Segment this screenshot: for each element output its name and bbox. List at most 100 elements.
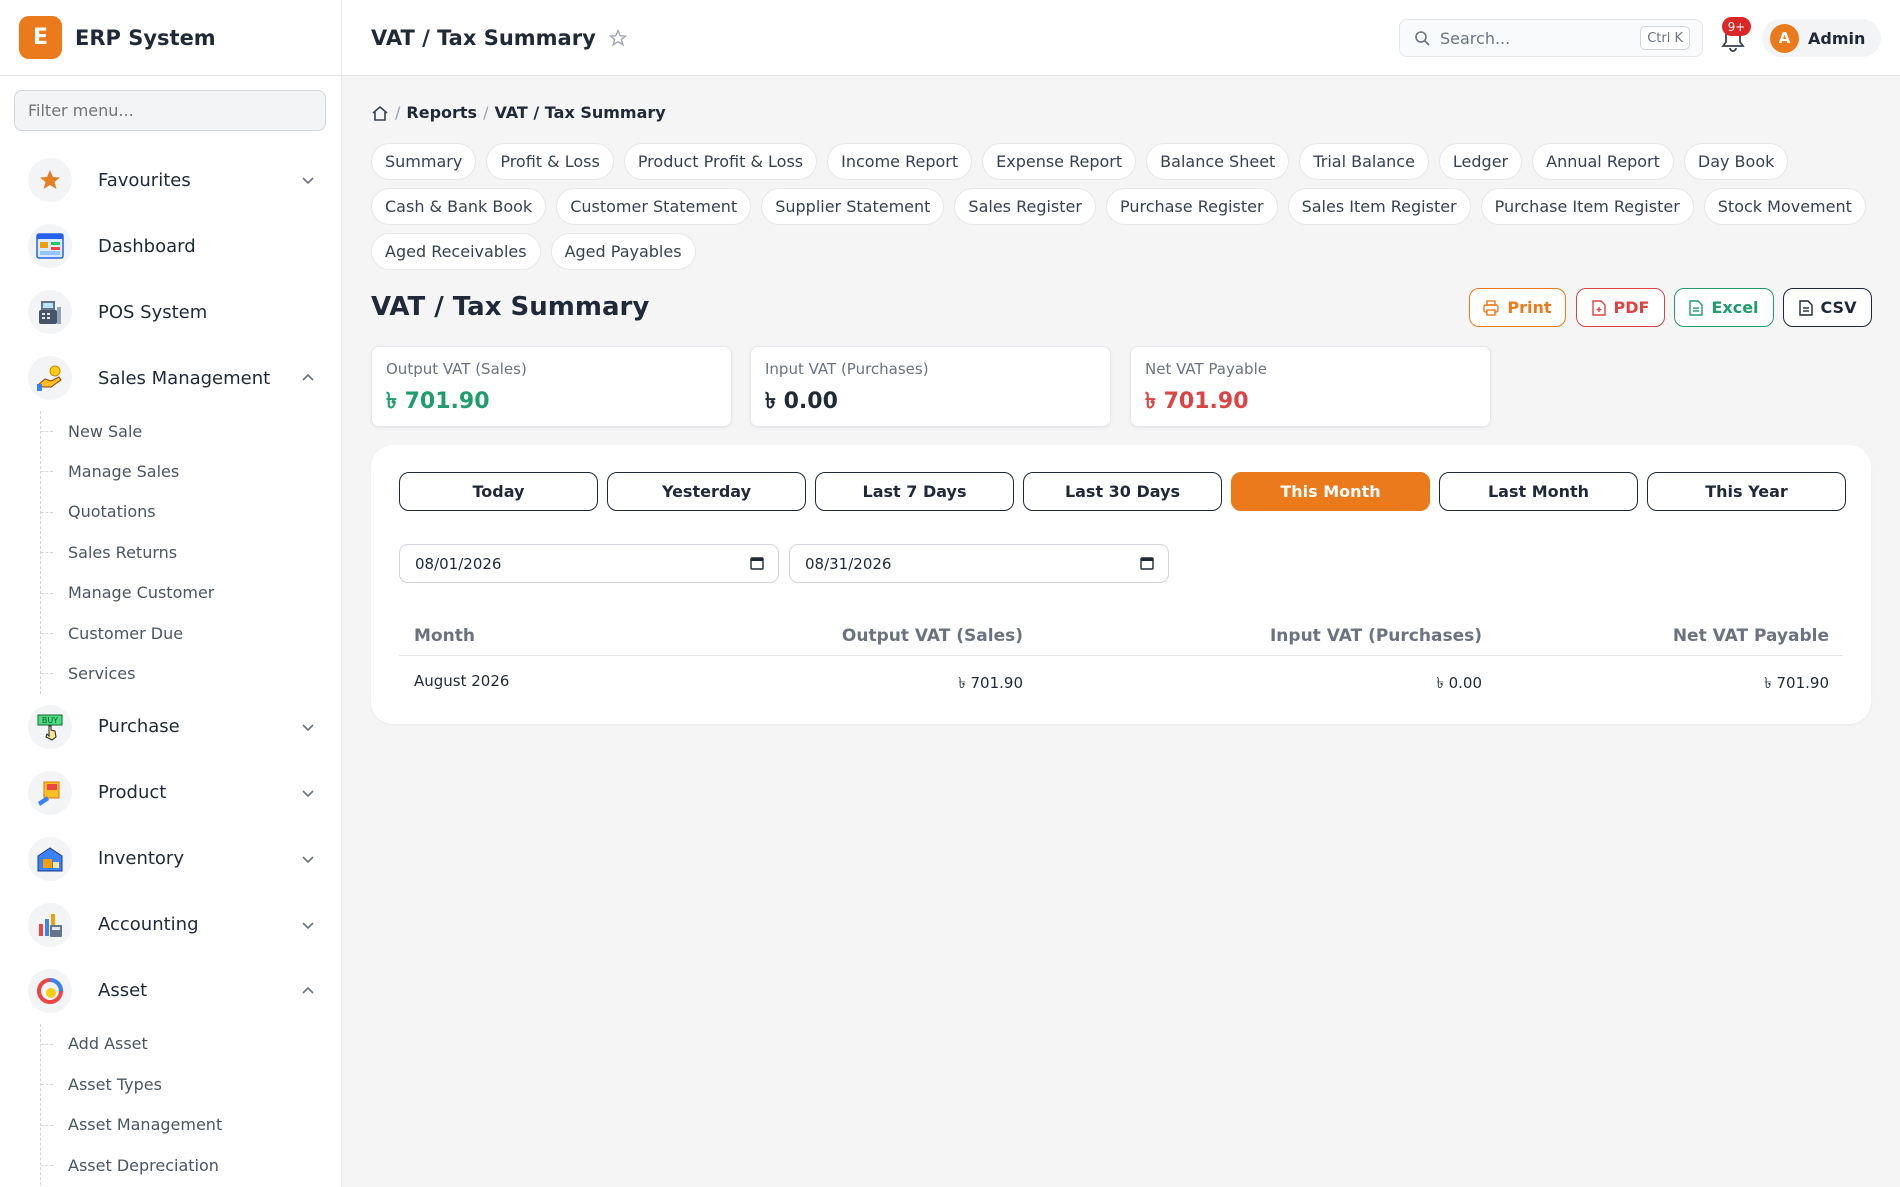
tab-sales-register[interactable]: Sales Register	[954, 188, 1096, 225]
tab-trial-balance[interactable]: Trial Balance	[1299, 143, 1429, 180]
range-yesterday-button[interactable]: Yesterday	[607, 472, 806, 511]
topbar: VAT / Tax Summary Search... Ctrl K 9+ A …	[342, 0, 1900, 76]
sidebar-item-favourites[interactable]: Favourites	[0, 147, 341, 213]
avatar: A	[1770, 23, 1799, 53]
user-name: Admin	[1808, 28, 1866, 48]
topbar-title: VAT / Tax Summary	[371, 25, 596, 50]
chevron-down-icon[interactable]	[301, 786, 315, 800]
sales-submenu: New Sale Manage Sales Quotations Sales R…	[40, 411, 341, 694]
column-header-month[interactable]: Month	[414, 626, 475, 646]
tab-stock-movement[interactable]: Stock Movement	[1703, 188, 1866, 225]
star-icon	[28, 158, 72, 202]
tab-sales-item-register[interactable]: Sales Item Register	[1287, 188, 1471, 225]
sidebar-item-accounting[interactable]: Accounting	[0, 892, 341, 958]
sidebar-item-pos-system[interactable]: POS System	[0, 279, 341, 345]
date-to-input[interactable]: 08/31/2026	[789, 544, 1169, 583]
sidebar-item-product[interactable]: Product	[0, 760, 341, 826]
tab-profit-loss[interactable]: Profit & Loss	[486, 143, 614, 180]
range-today-button[interactable]: Today	[399, 472, 598, 511]
submenu-item-sales-returns[interactable]: Sales Returns	[41, 532, 341, 572]
chevron-up-icon[interactable]	[301, 371, 315, 385]
home-icon[interactable]	[371, 104, 389, 122]
report-tabs-row: Cash & Bank Book Customer Statement Supp…	[371, 188, 1871, 225]
page-title: VAT / Tax Summary	[371, 292, 650, 322]
print-label: Print	[1507, 298, 1552, 317]
calendar-icon[interactable]	[1140, 556, 1154, 570]
tab-income-report[interactable]: Income Report	[827, 143, 973, 180]
submenu-item-customer-due[interactable]: Customer Due	[41, 613, 341, 653]
search-icon	[1415, 31, 1430, 46]
buy-icon: BUY	[28, 704, 72, 749]
sidebar-item-asset[interactable]: Asset	[0, 958, 341, 1024]
tab-purchase-register[interactable]: Purchase Register	[1105, 188, 1278, 225]
sidebar-item-sales-management[interactable]: Sales Management	[0, 345, 341, 411]
sidebar-item-purchase[interactable]: BUY Purchase	[0, 694, 341, 760]
submenu-item-asset-depreciation[interactable]: Asset Depreciation	[41, 1145, 341, 1185]
range-last-7-days-button[interactable]: Last 7 Days	[815, 472, 1014, 511]
tab-customer-statement[interactable]: Customer Statement	[556, 188, 752, 225]
submenu-item-services[interactable]: Services	[41, 653, 341, 693]
tab-aged-receivables[interactable]: Aged Receivables	[371, 233, 541, 270]
asset-icon	[28, 968, 72, 1013]
tab-product-profit-loss[interactable]: Product Profit & Loss	[623, 143, 818, 180]
csv-label: CSV	[1820, 298, 1857, 317]
tab-supplier-statement[interactable]: Supplier Statement	[761, 188, 945, 225]
sidebar-item-inventory[interactable]: Inventory	[0, 826, 341, 892]
sidebar-item-label: Product	[98, 782, 167, 804]
tab-balance-sheet[interactable]: Balance Sheet	[1146, 143, 1290, 180]
tab-annual-report[interactable]: Annual Report	[1532, 143, 1674, 180]
column-header-net-vat[interactable]: Net VAT Payable	[1673, 626, 1829, 646]
date-to-value: 08/31/2026	[805, 554, 892, 573]
sidebar-item-label: Purchase	[98, 716, 180, 738]
chevron-up-icon[interactable]	[301, 984, 315, 998]
user-menu[interactable]: A Admin	[1762, 19, 1881, 57]
sidebar-item-dashboard[interactable]: Dashboard	[0, 213, 341, 279]
printer-icon	[1483, 299, 1500, 316]
tab-cash-bank-book[interactable]: Cash & Bank Book	[371, 188, 547, 225]
filter-menu-input[interactable]	[14, 90, 326, 131]
pos-icon	[28, 290, 72, 334]
submenu-item-new-sale[interactable]: New Sale	[41, 411, 341, 451]
tab-summary[interactable]: Summary	[371, 143, 477, 180]
breadcrumb-reports[interactable]: Reports	[406, 103, 477, 122]
range-this-month-button[interactable]: This Month	[1231, 472, 1430, 511]
submenu-item-manage-sales[interactable]: Manage Sales	[41, 451, 341, 491]
calendar-icon[interactable]	[750, 556, 764, 570]
excel-button[interactable]: Excel	[1674, 288, 1774, 327]
submenu-item-manage-customer[interactable]: Manage Customer	[41, 573, 341, 613]
sidebar-item-label: POS System	[98, 301, 208, 323]
column-header-input-vat[interactable]: Input VAT (Purchases)	[1270, 626, 1482, 646]
chevron-down-icon[interactable]	[301, 852, 315, 866]
dashboard-icon	[28, 224, 72, 268]
tab-day-book[interactable]: Day Book	[1683, 143, 1789, 180]
stat-value: ৳ 701.90	[1145, 389, 1249, 414]
tab-ledger[interactable]: Ledger	[1438, 143, 1523, 180]
global-search[interactable]: Search... Ctrl K	[1399, 19, 1703, 57]
pdf-label: PDF	[1613, 298, 1650, 317]
brand[interactable]: E ERP System	[0, 0, 341, 76]
favourite-star-icon[interactable]	[608, 28, 627, 47]
submenu-item-asset-management[interactable]: Asset Management	[41, 1105, 341, 1145]
csv-button[interactable]: CSV	[1783, 288, 1872, 327]
pdf-button[interactable]: PDF	[1576, 288, 1665, 327]
tab-expense-report[interactable]: Expense Report	[982, 143, 1137, 180]
stat-label: Output VAT (Sales)	[386, 360, 527, 378]
sidebar-menu: Favourites Dashboard POS System Sales Ma…	[0, 139, 341, 1186]
tab-aged-payables[interactable]: Aged Payables	[550, 233, 696, 270]
chevron-down-icon[interactable]	[301, 173, 315, 187]
column-header-output-vat[interactable]: Output VAT (Sales)	[842, 626, 1023, 646]
submenu-item-add-asset[interactable]: Add Asset	[41, 1024, 341, 1064]
range-last-30-days-button[interactable]: Last 30 Days	[1023, 472, 1222, 511]
print-button[interactable]: Print	[1469, 288, 1566, 327]
submenu-item-quotations[interactable]: Quotations	[41, 492, 341, 532]
range-this-year-button[interactable]: This Year	[1647, 472, 1846, 511]
date-from-input[interactable]: 08/01/2026	[399, 544, 779, 583]
report-tabs: Summary Profit & Loss Product Profit & L…	[371, 143, 1871, 278]
submenu-item-asset-types[interactable]: Asset Types	[41, 1064, 341, 1104]
chevron-down-icon[interactable]	[301, 720, 315, 734]
chevron-down-icon[interactable]	[301, 918, 315, 932]
tab-purchase-item-register[interactable]: Purchase Item Register	[1480, 188, 1694, 225]
range-last-month-button[interactable]: Last Month	[1439, 472, 1638, 511]
brand-name: ERP System	[75, 25, 216, 50]
stat-value: ৳ 701.90	[386, 389, 490, 414]
